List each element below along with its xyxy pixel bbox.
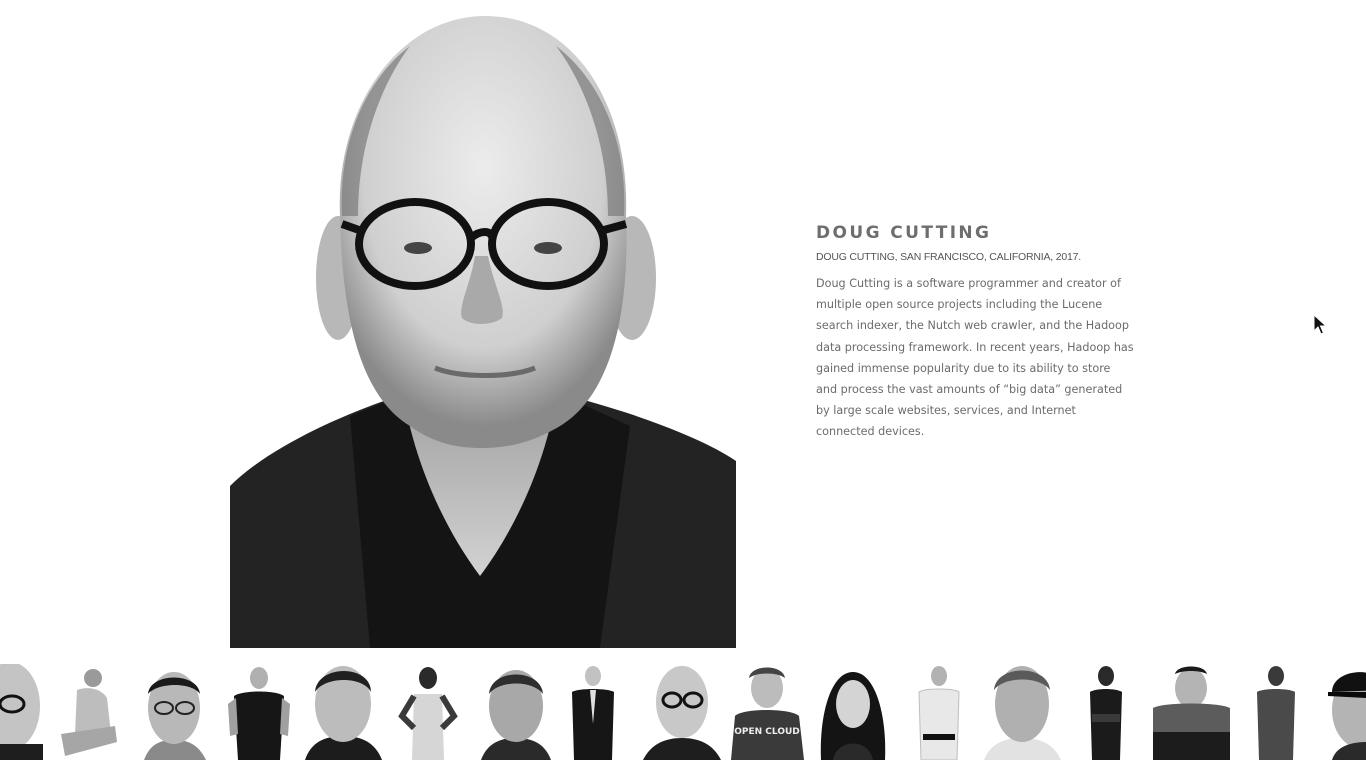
thumbnail-portrait[interactable] xyxy=(0,664,43,760)
photo-caption: DOUG CUTTING, SAN FRANCISCO, CALIFORNIA,… xyxy=(816,251,1082,263)
thumbnail-portrait[interactable] xyxy=(815,664,891,760)
thumbnail-portrait[interactable] xyxy=(481,664,551,760)
thumbnail-portrait[interactable] xyxy=(1322,664,1366,760)
thumbnail-portrait[interactable] xyxy=(568,664,618,760)
thumbnail-portrait[interactable] xyxy=(984,664,1061,760)
thumbnail-portrait[interactable] xyxy=(1153,664,1230,760)
thumbnail-portrait[interactable] xyxy=(228,664,290,760)
bio-panel: DOUG CUTTING DOUG CUTTING, SAN FRANCISCO… xyxy=(816,222,1136,443)
thumbnail-portrait[interactable] xyxy=(911,664,967,760)
thumbnail-portrait[interactable] xyxy=(643,664,721,760)
mouse-cursor-icon xyxy=(1313,314,1327,335)
shirt-print: OPEN CLOUD xyxy=(734,727,800,737)
portrait-illustration xyxy=(230,16,736,648)
thumbnail-portrait[interactable] xyxy=(136,664,213,760)
thumbnail-portrait[interactable] xyxy=(1253,664,1299,760)
person-name: DOUG CUTTING xyxy=(816,223,992,243)
portrait-gallery-page: DOUG CUTTING DOUG CUTTING, SAN FRANCISCO… xyxy=(0,0,1366,768)
thumbnail-portrait[interactable] xyxy=(57,664,117,760)
thumbnail-portrait[interactable] xyxy=(396,664,460,760)
thumbnail-portrait[interactable] xyxy=(1086,664,1126,760)
thumbnail-portrait[interactable] xyxy=(305,664,382,760)
thumbnail-portrait[interactable]: OPEN CLOUD xyxy=(729,664,806,760)
main-portrait-photo xyxy=(230,16,736,648)
bio-paragraph: Doug Cutting is a software programmer an… xyxy=(816,277,1134,439)
thumbnail-strip: OPEN CLOUD xyxy=(0,664,1366,768)
